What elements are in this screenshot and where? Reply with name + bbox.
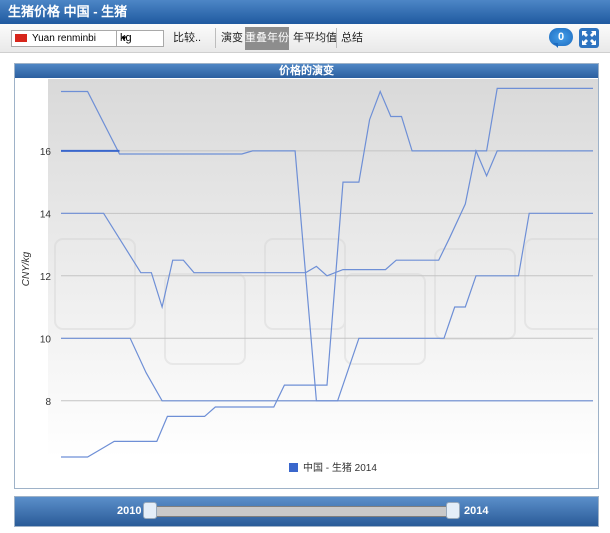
toolbar: Yuan renminbi kg ▼ 比较.. 演变 重叠年份 年平均值 总结 …: [0, 24, 610, 53]
y-axis-label: CNY/kg: [21, 251, 32, 286]
y-tick-label: 8: [45, 397, 51, 408]
tab-summary[interactable]: 总结: [341, 30, 363, 47]
legend-label: 中国 - 生猪 2014: [303, 461, 377, 474]
slider-track[interactable]: [147, 506, 455, 517]
legend: 中国 - 生猪 2014: [289, 461, 377, 474]
chart-svg: 8 10 12 14 16 CNY/kg 中国 - 生猪 2014: [21, 79, 598, 474]
tab-overlap-years[interactable]: 重叠年份: [245, 27, 289, 50]
china-flag-icon: [15, 34, 27, 42]
currency-select[interactable]: Yuan renminbi: [11, 30, 117, 47]
y-tick-label: 12: [40, 272, 52, 283]
expand-icon[interactable]: [579, 28, 599, 48]
title-bar: 生猪价格 中国 - 生猪: [0, 0, 610, 24]
y-tick-label: 16: [40, 147, 52, 158]
chart-panel: 价格的演变 8 10 12 14 16 CNY/kg 中国 - 生猪 2014: [14, 63, 599, 489]
speech-bubble-tail: [553, 43, 558, 48]
page-title: 生猪价格 中国 - 生猪: [8, 4, 128, 19]
legend-swatch: [289, 463, 298, 472]
compare-button[interactable]: 比较..: [173, 30, 201, 47]
toolbar-divider: [336, 28, 337, 48]
slider-end-handle[interactable]: [446, 502, 460, 519]
slider-end-year: 2014: [464, 505, 489, 517]
chevron-down-icon: ▼: [120, 34, 128, 43]
toolbar-divider: [215, 28, 216, 48]
year-range-slider: 2010 2014: [14, 496, 599, 527]
currency-label: Yuan renminbi: [32, 33, 96, 44]
y-tick-label: 10: [40, 334, 52, 345]
unit-select[interactable]: kg ▼: [116, 30, 164, 47]
y-tick-label: 14: [40, 209, 52, 220]
slider-start-year: 2010: [117, 505, 142, 517]
chart-title: 价格的演变: [15, 64, 598, 78]
tab-annual-average[interactable]: 年平均值: [293, 30, 337, 47]
slider-start-handle[interactable]: [143, 502, 157, 519]
tab-evolution[interactable]: 演变: [221, 30, 243, 47]
